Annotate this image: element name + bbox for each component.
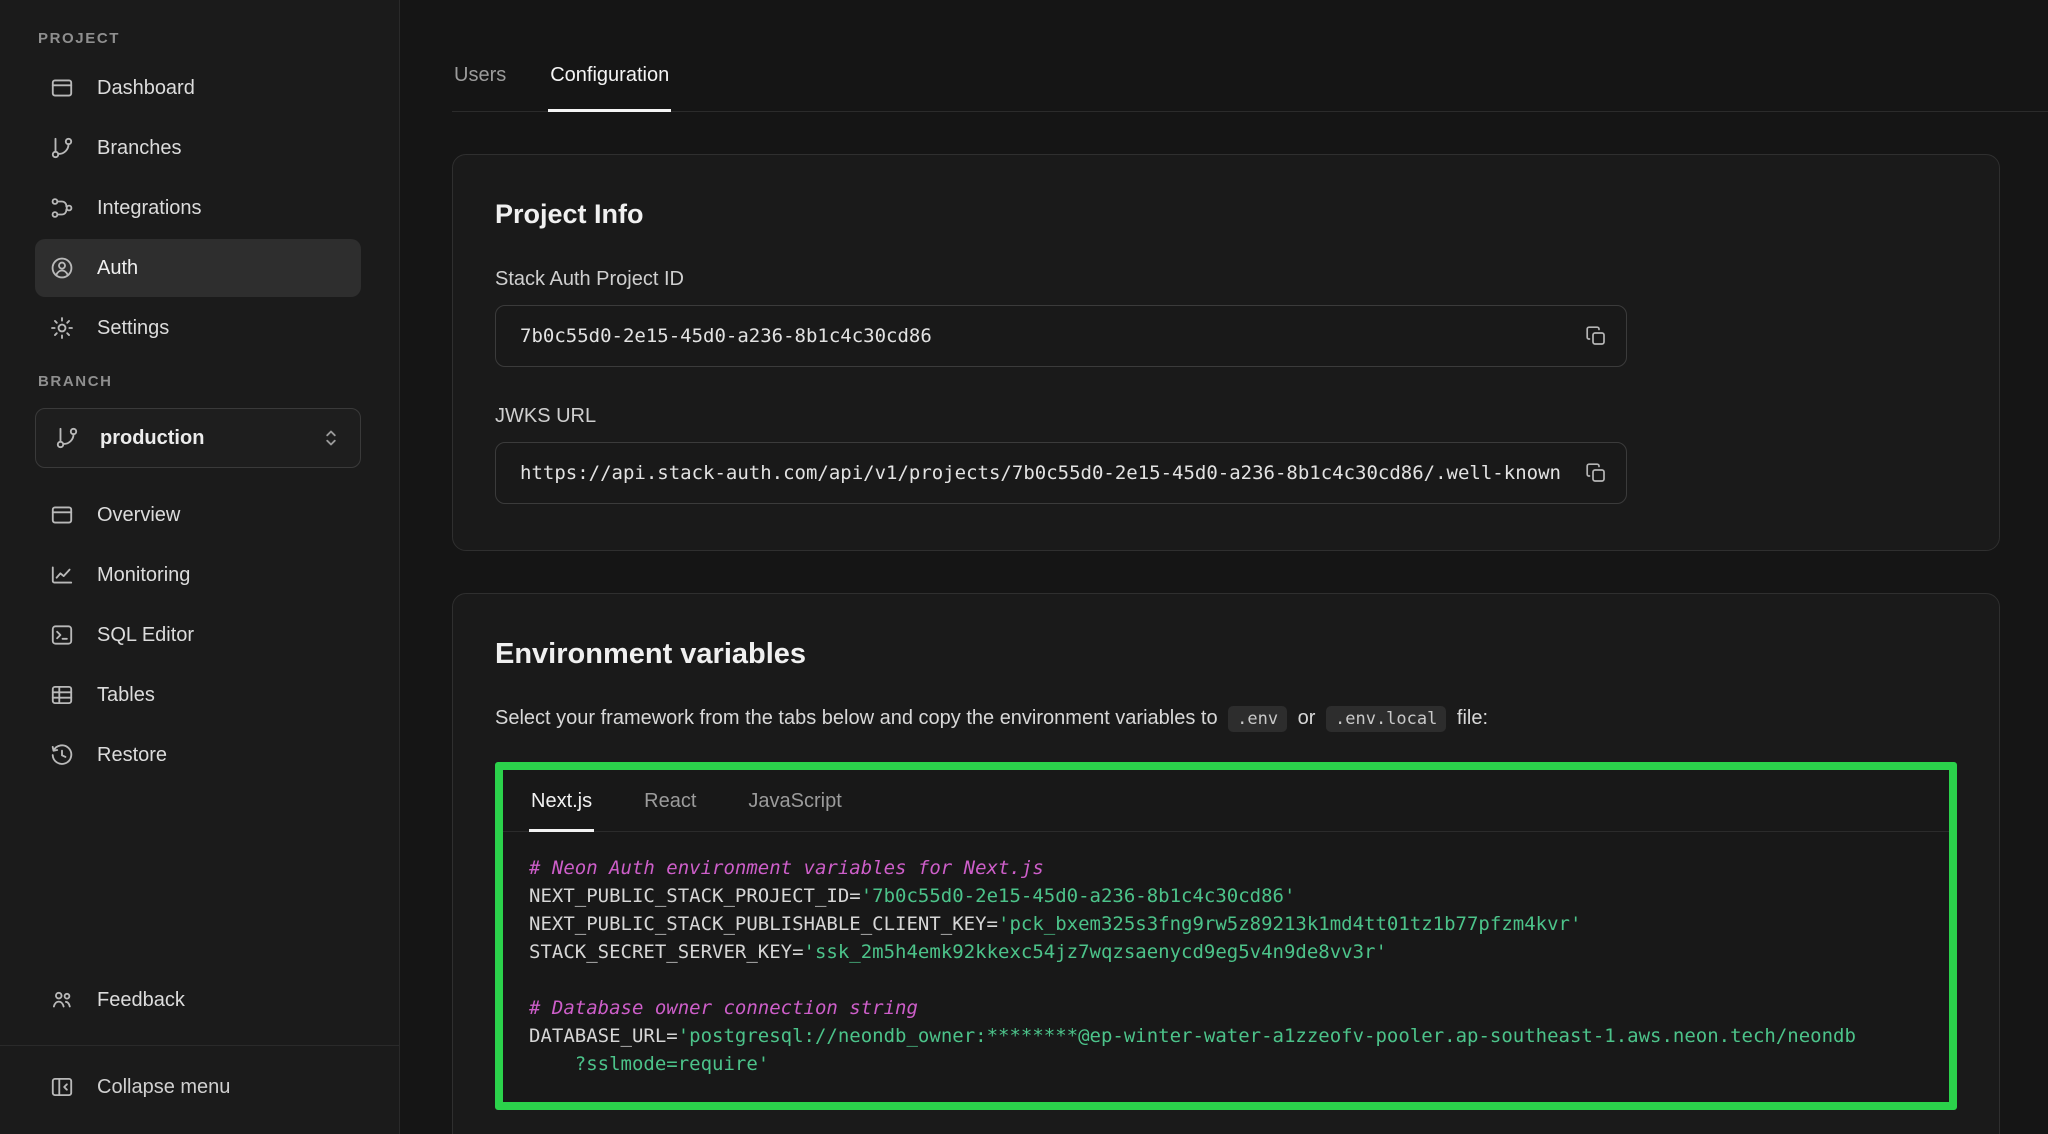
sidebar-item-auth[interactable]: Auth	[35, 239, 361, 297]
sidebar-item-label: Auth	[97, 257, 138, 280]
code-line: # Neon Auth environment variables for Ne…	[529, 854, 1923, 882]
main-content: Users Configuration Project Info Stack Au…	[400, 0, 2048, 1134]
sidebar-bottom: Feedback Collapse menu	[0, 969, 399, 1134]
collapse-menu-label: Collapse menu	[97, 1076, 230, 1099]
environment-variables-card: Environment variables Select your framew…	[452, 593, 2000, 1134]
auth-icon	[49, 255, 75, 281]
field-label-jwks-url: JWKS URL	[495, 405, 1957, 428]
branch-selector[interactable]: production	[35, 408, 361, 468]
code-line: ?sslmode=require'	[529, 1050, 1923, 1078]
chevron-updown-icon	[318, 425, 344, 451]
branch-section-label: BRANCH	[0, 359, 399, 400]
environment-variables-title: Environment variables	[495, 638, 1957, 671]
project-info-fields: Stack Auth Project ID 7b0c55d0-2e15-45d0-…	[495, 268, 1957, 504]
framework-tabs: Next.js React JavaScript	[503, 770, 1949, 832]
sidebar-item-tables[interactable]: Tables	[35, 666, 361, 724]
sidebar-top: PROJECT Dashboard Branches Integrations Aut…	[0, 16, 399, 786]
sidebar-item-sql-editor[interactable]: SQL Editor	[35, 606, 361, 664]
sidebar-item-label: Monitoring	[97, 564, 190, 587]
branch-icon	[54, 425, 80, 451]
sidebar-item-label: Branches	[97, 137, 182, 160]
project-info-title: Project Info	[495, 199, 1957, 230]
tab-users[interactable]: Users	[452, 52, 508, 111]
sql-editor-icon	[49, 622, 75, 648]
field-jwks-url: https://api.stack-auth.com/api/v1/projec…	[495, 442, 1627, 504]
overview-icon	[49, 502, 75, 528]
copy-button[interactable]	[1574, 451, 1618, 495]
sidebar-item-monitoring[interactable]: Monitoring	[35, 546, 361, 604]
sidebar-item-restore[interactable]: Restore	[35, 726, 361, 784]
project-section-label: PROJECT	[0, 16, 399, 57]
inline-code: .env.local	[1326, 706, 1446, 732]
monitoring-icon	[49, 562, 75, 588]
field-value: 7b0c55d0-2e15-45d0-a236-8b1c4c30cd86	[520, 325, 1574, 347]
code-line: NEXT_PUBLIC_STACK_PROJECT_ID='7b0c55d0-2…	[529, 882, 1923, 910]
env-code-block: # Neon Auth environment variables for Ne…	[503, 832, 1949, 1102]
code-line: STACK_SECRET_SERVER_KEY='ssk_2m5h4emk92k…	[529, 938, 1923, 966]
project-nav: Dashboard Branches Integrations Auth Setting…	[0, 59, 399, 357]
sidebar-item-label: Overview	[97, 504, 180, 527]
dashboard-icon	[49, 75, 75, 101]
code-line	[529, 966, 1923, 994]
sidebar: PROJECT Dashboard Branches Integrations Aut…	[0, 0, 400, 1134]
sidebar-item-label: Restore	[97, 744, 167, 767]
sidebar-item-branches[interactable]: Branches	[35, 119, 361, 177]
sidebar-item-label: Feedback	[97, 989, 185, 1012]
collapse-menu-button[interactable]: Collapse menu	[0, 1045, 399, 1134]
field-stack-auth-project-id: 7b0c55d0-2e15-45d0-a236-8b1c4c30cd86	[495, 305, 1627, 367]
sidebar-item-integrations[interactable]: Integrations	[35, 179, 361, 237]
sidebar-item-overview[interactable]: Overview	[35, 486, 361, 544]
framework-tab-javascript[interactable]: JavaScript	[746, 770, 843, 831]
environment-description: Select your framework from the tabs belo…	[495, 701, 1957, 736]
sidebar-item-settings[interactable]: Settings	[35, 299, 361, 357]
sidebar-item-dashboard[interactable]: Dashboard	[35, 59, 361, 117]
integrations-icon	[49, 195, 75, 221]
code-line: DATABASE_URL='postgresql://neondb_owner:…	[529, 1022, 1923, 1050]
settings-icon	[49, 315, 75, 341]
app-root: PROJECT Dashboard Branches Integrations Aut…	[0, 0, 2048, 1134]
copy-button[interactable]	[1574, 314, 1618, 358]
description-text: Select your framework from the tabs belo…	[495, 707, 1223, 729]
sidebar-item-feedback[interactable]: Feedback	[35, 971, 361, 1029]
restore-icon	[49, 742, 75, 768]
sidebar-item-label: Dashboard	[97, 77, 195, 100]
field-value: https://api.stack-auth.com/api/v1/projec…	[520, 462, 1574, 484]
inline-code: .env	[1228, 706, 1287, 732]
project-info-card: Project Info Stack Auth Project ID 7b0c55…	[452, 154, 2000, 551]
branches-icon	[49, 135, 75, 161]
code-line: # Database owner connection string	[529, 994, 1923, 1022]
code-line: NEXT_PUBLIC_STACK_PUBLISHABLE_CLIENT_KEY…	[529, 910, 1923, 938]
branch-selector-value: production	[100, 427, 204, 450]
sidebar-item-label: Integrations	[97, 197, 202, 220]
field-label-stack-auth-project-id: Stack Auth Project ID	[495, 268, 1957, 291]
sidebar-item-label: Settings	[97, 317, 169, 340]
annotation-highlight-box: Next.js React JavaScript # Neon Auth envir…	[495, 762, 1957, 1110]
collapse-menu-icon	[49, 1074, 75, 1100]
tab-configuration[interactable]: Configuration	[548, 52, 671, 111]
feedback-icon	[49, 987, 75, 1013]
framework-tab-next-js[interactable]: Next.js	[529, 770, 594, 831]
page-tabs: Users Configuration	[452, 52, 2048, 112]
framework-tab-react[interactable]: React	[642, 770, 698, 831]
branch-nav: Overview Monitoring SQL Editor Tables Restor…	[0, 486, 399, 784]
description-text: or	[1292, 707, 1321, 729]
sidebar-item-label: Tables	[97, 684, 155, 707]
tables-icon	[49, 682, 75, 708]
description-text: file:	[1451, 707, 1488, 729]
sidebar-item-label: SQL Editor	[97, 624, 194, 647]
